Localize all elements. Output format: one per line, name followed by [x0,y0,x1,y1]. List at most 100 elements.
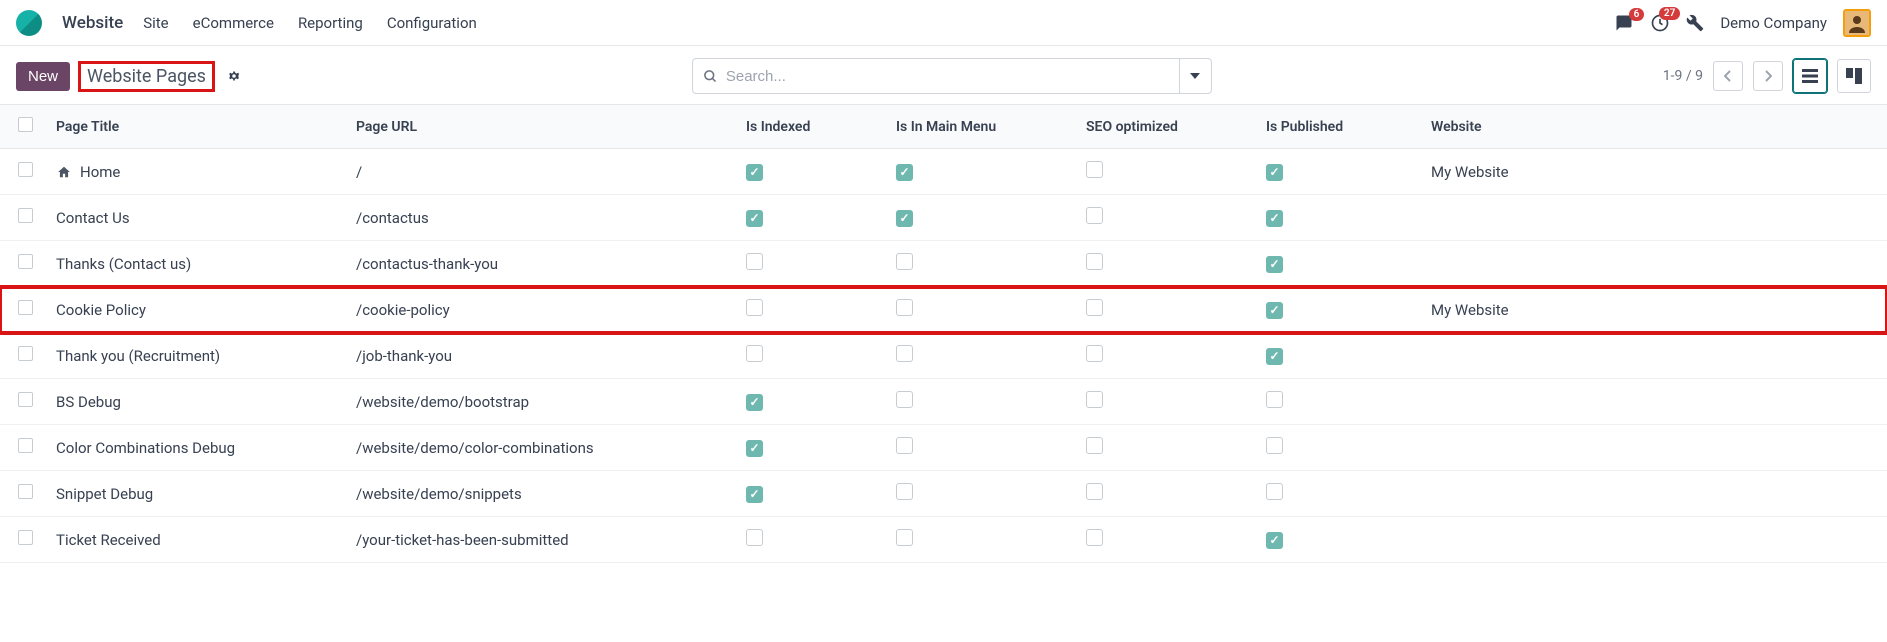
app-name[interactable]: Website [62,13,123,33]
table-row[interactable]: Ticket Received/your-ticket-has-been-sub… [0,517,1887,563]
website-cell [1421,379,1887,425]
mainmenu-checkbox[interactable] [896,529,913,546]
view-settings-button[interactable] [227,69,241,83]
published-checkbox[interactable] [1266,483,1283,500]
row-select-checkbox[interactable] [18,392,33,407]
indexed-checkbox[interactable] [746,394,763,411]
select-all-checkbox[interactable] [18,117,33,132]
col-header-seo[interactable]: SEO optimized [1076,105,1256,149]
published-checkbox[interactable] [1266,348,1283,365]
published-checkbox[interactable] [1266,256,1283,273]
row-select-checkbox[interactable] [18,346,33,361]
table-row[interactable]: Snippet Debug/website/demo/snippets [0,471,1887,517]
published-checkbox[interactable] [1266,164,1283,181]
published-checkbox[interactable] [1266,437,1283,454]
company-name[interactable]: Demo Company [1720,14,1827,32]
pages-table: Page Title Page URL Is Indexed Is In Mai… [0,104,1887,563]
mainmenu-checkbox[interactable] [896,345,913,362]
seo-checkbox[interactable] [1086,161,1103,178]
mainmenu-checkbox[interactable] [896,299,913,316]
avatar-icon [1845,11,1869,35]
row-select-checkbox[interactable] [18,208,33,223]
seo-checkbox[interactable] [1086,483,1103,500]
seo-checkbox[interactable] [1086,253,1103,270]
row-select-checkbox[interactable] [18,162,33,177]
indexed-checkbox[interactable] [746,299,763,316]
indexed-checkbox[interactable] [746,253,763,270]
mainmenu-checkbox[interactable] [896,253,913,270]
published-checkbox[interactable] [1266,210,1283,227]
navbar-left: Website Site eCommerce Reporting Configu… [16,10,477,36]
mainmenu-checkbox[interactable] [896,210,913,227]
row-select-checkbox[interactable] [18,254,33,269]
home-icon [56,165,72,179]
search-input-wrap [693,59,1179,93]
seo-checkbox[interactable] [1086,391,1103,408]
row-select-checkbox[interactable] [18,530,33,545]
table-row[interactable]: Thank you (Recruitment)/job-thank-you [0,333,1887,379]
col-header-published[interactable]: Is Published [1256,105,1421,149]
pager-next-button[interactable] [1753,61,1783,91]
new-button[interactable]: New [16,62,70,91]
view-list-button[interactable] [1793,59,1827,93]
debug-button[interactable] [1686,14,1704,32]
row-select-checkbox[interactable] [18,484,33,499]
published-checkbox[interactable] [1266,391,1283,408]
seo-checkbox[interactable] [1086,345,1103,362]
published-checkbox[interactable] [1266,532,1283,549]
page-title-cell: Snippet Debug [56,485,153,503]
table-row[interactable]: Home/My Website [0,149,1887,195]
table-row[interactable]: Contact Us/contactus [0,195,1887,241]
seo-checkbox[interactable] [1086,207,1103,224]
mainmenu-checkbox[interactable] [896,164,913,181]
table-row[interactable]: Thanks (Contact us) /contactus-thank-you [0,241,1887,287]
list-icon [1802,69,1818,83]
col-header-title[interactable]: Page Title [46,105,346,149]
pager-prev-button[interactable] [1713,61,1743,91]
row-select-checkbox[interactable] [18,438,33,453]
search-dropdown-button[interactable] [1179,59,1211,93]
nav-configuration[interactable]: Configuration [387,14,477,32]
nav-reporting[interactable]: Reporting [298,14,363,32]
page-url-cell: /contactus-thank-you [346,241,736,287]
website-cell [1421,333,1887,379]
page-url-cell: /contactus [346,195,736,241]
page-title-cell: Cookie Policy [56,301,146,319]
col-header-mainmenu[interactable]: Is In Main Menu [886,105,1076,149]
nav-ecommerce[interactable]: eCommerce [193,14,274,32]
search-input[interactable] [726,68,1169,85]
published-checkbox[interactable] [1266,302,1283,319]
col-header-url[interactable]: Page URL [346,105,736,149]
table-row[interactable]: BS Debug/website/demo/bootstrap [0,379,1887,425]
indexed-checkbox[interactable] [746,529,763,546]
activities-button[interactable]: 27 [1650,13,1670,33]
website-cell [1421,195,1887,241]
seo-checkbox[interactable] [1086,437,1103,454]
table-row[interactable]: Color Combinations Debug/website/demo/co… [0,425,1887,471]
indexed-checkbox[interactable] [746,345,763,362]
mainmenu-checkbox[interactable] [896,437,913,454]
row-select-checkbox[interactable] [18,300,33,315]
website-cell: My Website [1421,149,1887,195]
page-url-cell: / [346,149,736,195]
indexed-checkbox[interactable] [746,164,763,181]
app-logo[interactable] [16,10,42,36]
nav-site[interactable]: Site [143,14,168,32]
mainmenu-checkbox[interactable] [896,391,913,408]
page-title-cell: Thanks (Contact us) [56,255,191,273]
indexed-checkbox[interactable] [746,440,763,457]
messages-button[interactable]: 6 [1614,14,1634,32]
col-header-indexed[interactable]: Is Indexed [736,105,886,149]
seo-checkbox[interactable] [1086,529,1103,546]
pager-text[interactable]: 1-9 / 9 [1663,68,1703,84]
page-title-cell: Ticket Received [56,531,161,549]
seo-checkbox[interactable] [1086,299,1103,316]
table-row[interactable]: Cookie Policy/cookie-policyMy Website [0,287,1887,333]
col-header-website[interactable]: Website [1421,105,1887,149]
view-kanban-button[interactable] [1837,59,1871,93]
breadcrumb[interactable]: Website Pages [87,66,206,87]
indexed-checkbox[interactable] [746,210,763,227]
user-avatar[interactable] [1843,9,1871,37]
mainmenu-checkbox[interactable] [896,483,913,500]
indexed-checkbox[interactable] [746,486,763,503]
